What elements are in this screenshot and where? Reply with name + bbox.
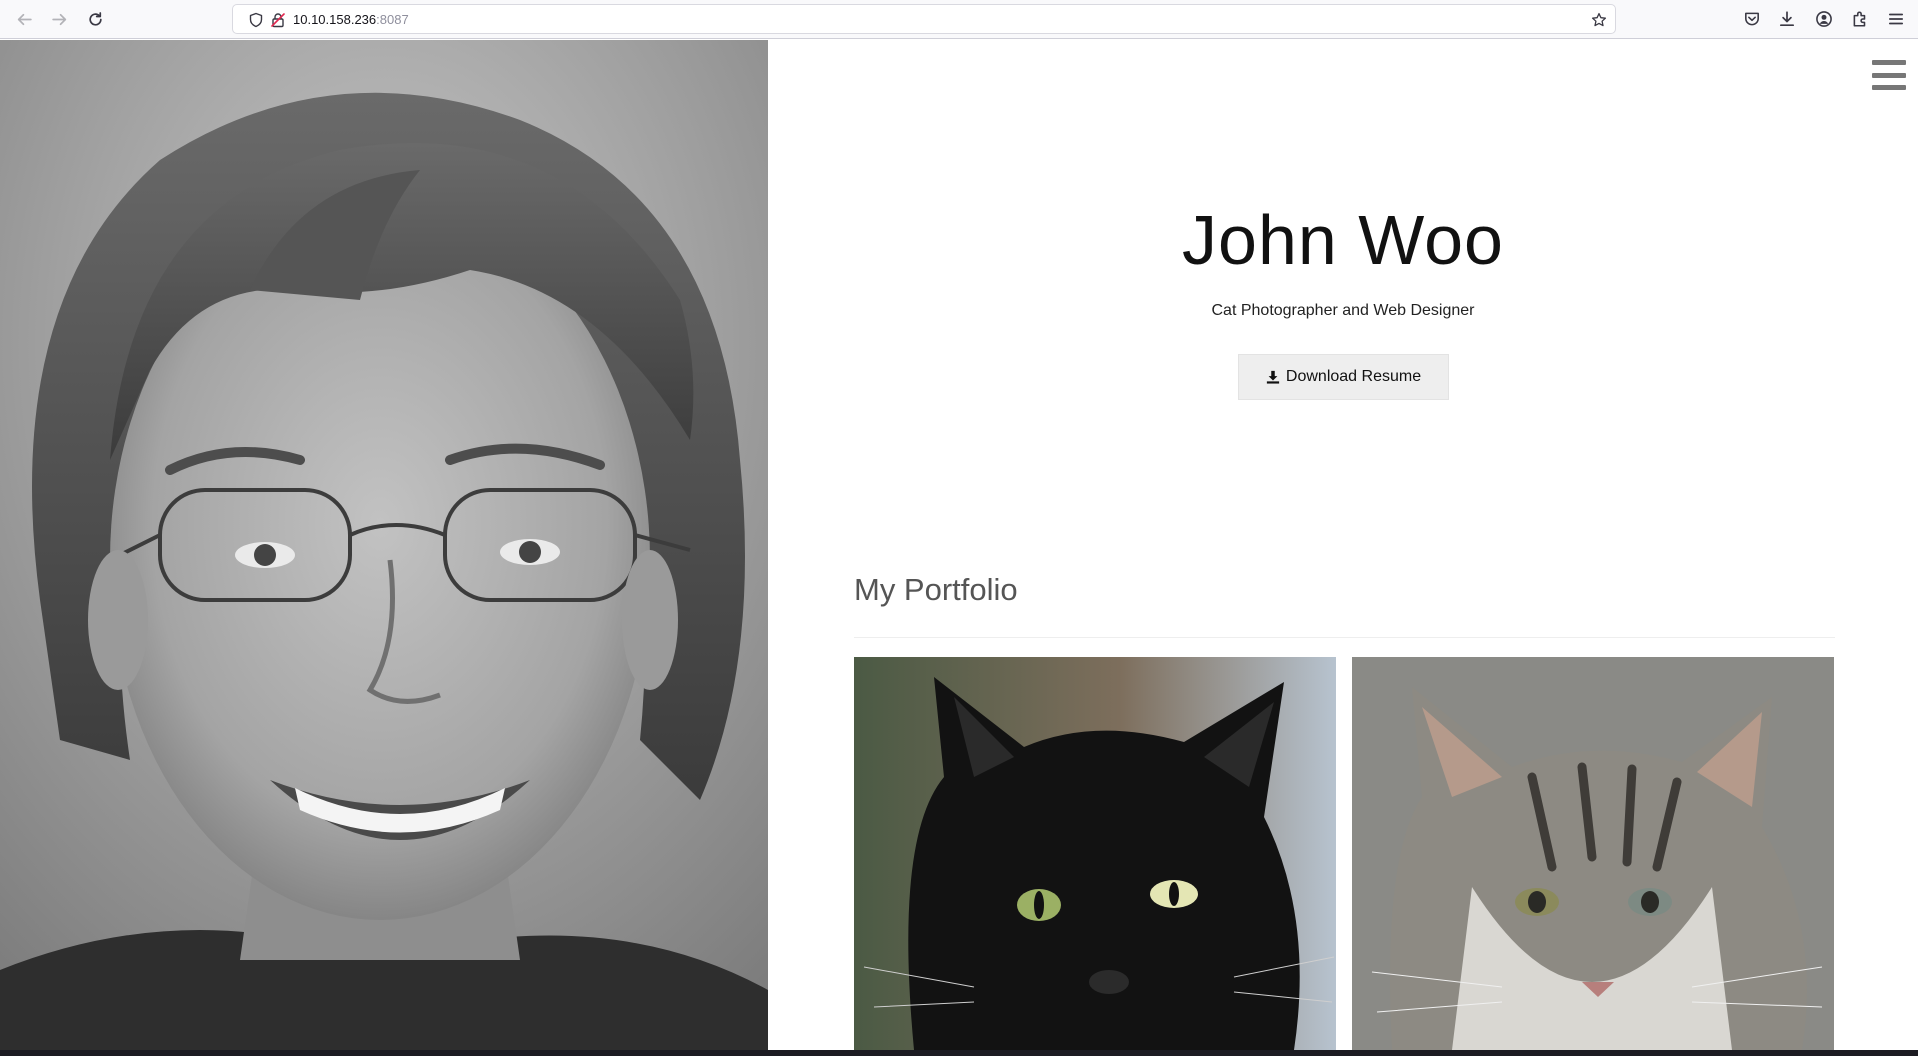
url-host: 10.10.158.236 (293, 12, 377, 27)
url-text[interactable]: 10.10.158.236:8087 (293, 11, 409, 28)
url-port: :8087 (376, 12, 409, 27)
reload-button[interactable] (81, 6, 109, 32)
download-resume-label: Download Resume (1285, 368, 1422, 385)
download-icon (1266, 370, 1280, 384)
portfolio-image-black-cat[interactable] (854, 657, 1336, 1050)
reload-icon (88, 11, 102, 26)
download-icon (1779, 11, 1795, 27)
downloads-button[interactable] (1773, 6, 1801, 32)
pocket-icon (1745, 12, 1759, 26)
browser-toolbar: 10.10.158.236:8087 (0, 0, 1918, 39)
portfolio-image-tabby-cat[interactable] (1352, 657, 1834, 1050)
pocket-button[interactable] (1738, 6, 1766, 32)
bookmark-star-icon[interactable] (1590, 11, 1607, 28)
portfolio-heading: My Portfolio (854, 572, 1018, 607)
extensions-icon (1853, 11, 1866, 27)
shield-icon[interactable] (247, 11, 264, 28)
webpage: John Woo Cat Photographer and Web Design… (0, 40, 1918, 1050)
portfolio-divider (854, 637, 1835, 638)
hamburger-menu-icon[interactable] (1872, 60, 1906, 90)
menu-icon (1888, 13, 1904, 25)
app-menu-button[interactable] (1882, 6, 1910, 32)
address-bar[interactable]: 10.10.158.236:8087 (232, 4, 1616, 34)
insecure-lock-icon[interactable] (269, 11, 286, 28)
back-button[interactable] (10, 6, 38, 32)
profile-photo (0, 40, 768, 1050)
download-resume-button[interactable]: Download Resume (1238, 354, 1449, 400)
account-button[interactable] (1810, 6, 1838, 32)
hero-name: John Woo (1182, 201, 1504, 279)
back-arrow-icon (17, 13, 32, 25)
forward-arrow-icon (51, 13, 66, 25)
hero-subtitle: Cat Photographer and Web Designer (1211, 302, 1475, 319)
account-icon (1816, 11, 1832, 27)
extensions-button[interactable] (1846, 6, 1874, 32)
bottom-border (0, 1050, 1918, 1056)
forward-button[interactable] (45, 6, 73, 32)
